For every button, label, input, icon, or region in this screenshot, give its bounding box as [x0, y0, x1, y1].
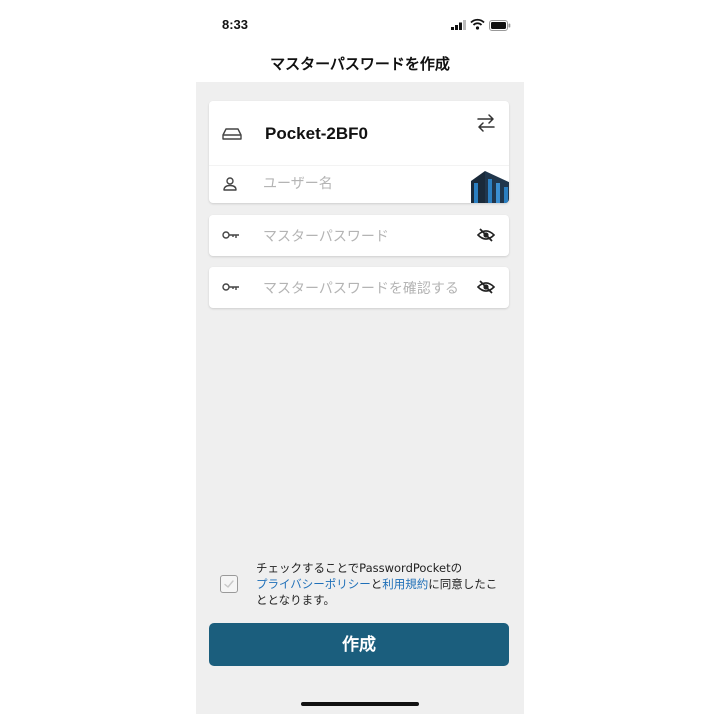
building-icon	[471, 171, 509, 203]
agreement-section: チェックすることでPasswordPocketの プライバシーポリシーと利用規約…	[196, 560, 524, 620]
page-title: マスターパスワードを作成	[270, 55, 450, 73]
battery-icon	[489, 20, 511, 31]
eye-slash-icon[interactable]	[477, 227, 495, 243]
form-content: Pocket-2BF0 ユーザー名 マスターパスワード マスターパスワードを確認…	[196, 82, 524, 714]
privacy-policy-link[interactable]: プライバシーポリシー	[256, 577, 371, 591]
status-time: 8:33	[222, 17, 249, 32]
agreement-conj: と	[370, 577, 383, 591]
drive-icon	[222, 128, 242, 140]
password-card: マスターパスワード	[209, 215, 509, 256]
confirm-password-card: マスターパスワードを確認する	[209, 267, 509, 308]
nav-bar: マスターパスワードを作成	[196, 50, 524, 82]
status-bar: 8:33	[196, 0, 524, 50]
terms-link[interactable]: 利用規約	[382, 577, 428, 591]
master-password-input[interactable]: マスターパスワード	[263, 226, 389, 246]
agreement-text: チェックすることでPasswordPocketの プライバシーポリシーと利用規約…	[256, 560, 506, 608]
agreement-checkbox[interactable]	[220, 575, 238, 593]
wifi-icon	[470, 18, 485, 30]
check-icon	[224, 580, 234, 588]
user-icon	[223, 177, 237, 191]
confirm-password-input[interactable]: マスターパスワードを確認する	[263, 278, 459, 298]
key-icon	[222, 283, 239, 291]
phone-screen: 8:33 マスターパスワードを作成 Pocket-2BF0 ユーザー名 マスター…	[196, 0, 524, 720]
swap-arrows-icon[interactable]	[476, 113, 496, 133]
device-card: Pocket-2BF0 ユーザー名	[209, 101, 509, 203]
agreement-text-pre: チェックすることでPasswordPocketの	[256, 561, 463, 575]
key-icon	[222, 231, 239, 239]
username-input[interactable]: ユーザー名	[263, 173, 333, 193]
create-button[interactable]: 作成	[209, 623, 509, 666]
signal-icon	[451, 20, 466, 30]
eye-slash-icon[interactable]	[477, 279, 495, 295]
divider	[209, 165, 509, 166]
device-name: Pocket-2BF0	[265, 124, 368, 143]
home-indicator[interactable]	[301, 702, 419, 706]
